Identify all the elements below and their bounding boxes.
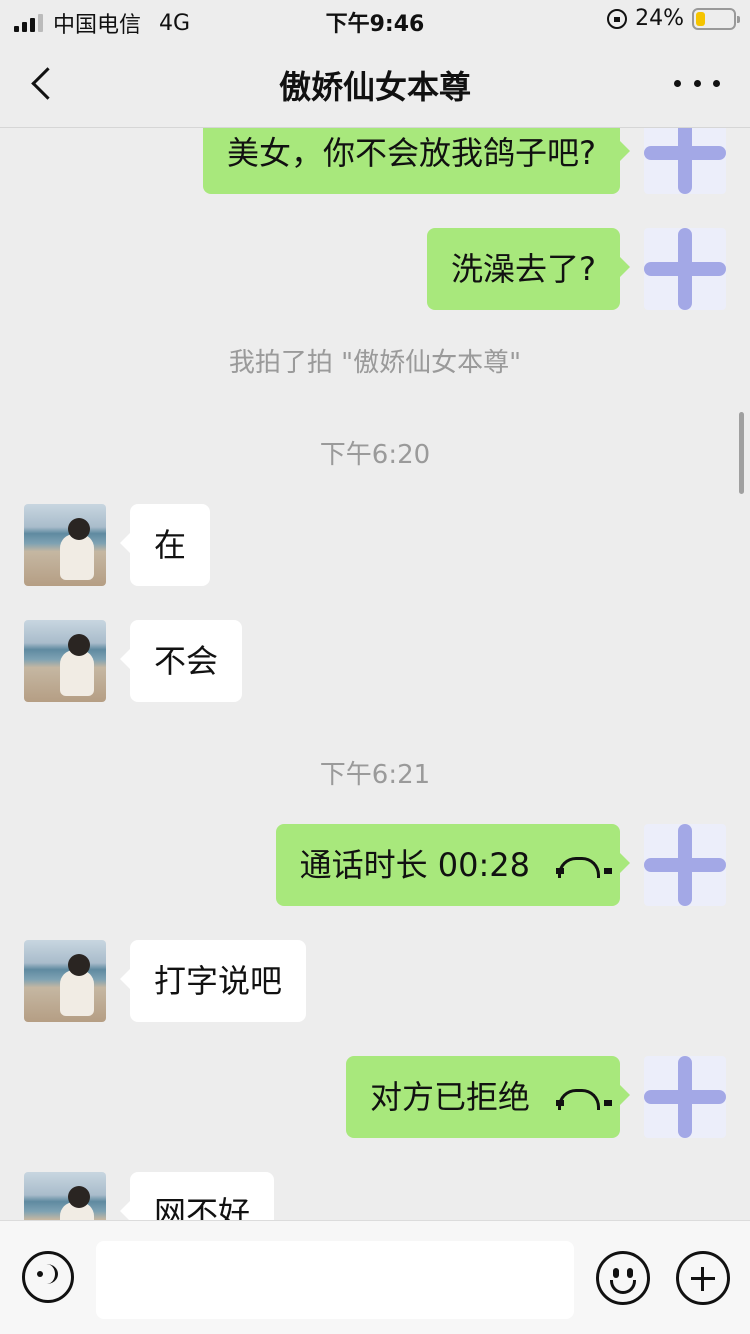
contact-avatar[interactable] xyxy=(24,504,106,586)
phone-hangup-icon xyxy=(556,855,612,878)
battery-percent: 24% xyxy=(635,6,684,31)
voice-button[interactable] xyxy=(22,1251,74,1303)
emoji-button[interactable] xyxy=(596,1251,650,1305)
call-record-bubble[interactable]: 对方已拒绝 xyxy=(345,1056,631,1138)
self-avatar[interactable] xyxy=(644,824,726,906)
chat-area[interactable]: 美女，你不会放我鸽子吧? 洗澡去了? 我拍了拍 "傲娇仙女本尊" 下午6:20 … xyxy=(0,128,750,1220)
message-bubble-self[interactable]: 洗澡去了? xyxy=(427,228,630,310)
call-record-text: 对方已拒绝 xyxy=(369,1078,530,1116)
chat-header: 傲娇仙女本尊 xyxy=(0,40,750,128)
more-button[interactable] xyxy=(674,70,720,96)
status-bar: 中国电信 4G 下午9:46 24% xyxy=(0,0,750,40)
contact-avatar[interactable] xyxy=(24,940,106,1022)
system-note: 我拍了拍 "傲娇仙女本尊" xyxy=(228,348,522,378)
battery-icon xyxy=(692,7,740,30)
message-input[interactable] xyxy=(96,1241,574,1319)
self-avatar[interactable] xyxy=(644,228,726,310)
battery-level xyxy=(696,11,705,26)
input-bar xyxy=(0,1220,750,1334)
message-bubble-other[interactable]: 打字说吧 xyxy=(119,940,307,1022)
call-record-bubble[interactable]: 通话时长 00:28 xyxy=(275,824,631,906)
plus-button[interactable] xyxy=(676,1251,730,1305)
self-avatar[interactable] xyxy=(644,1056,726,1138)
orientation-lock-icon xyxy=(607,8,628,29)
message-bubble-other[interactable]: 网不好 xyxy=(119,1172,275,1220)
message-bubble-self[interactable]: 美女，你不会放我鸽子吧? xyxy=(203,128,630,194)
scrollbar[interactable] xyxy=(739,412,744,494)
phone-hangup-icon xyxy=(556,1087,612,1110)
contact-avatar[interactable] xyxy=(24,1172,106,1220)
timestamp: 下午6:21 xyxy=(319,760,431,790)
self-avatar[interactable] xyxy=(644,128,726,194)
emoji-icon xyxy=(613,1268,619,1278)
contact-avatar[interactable] xyxy=(24,620,106,702)
message-bubble-other[interactable]: 在 xyxy=(119,504,211,586)
message-bubble-other[interactable]: 不会 xyxy=(119,620,243,702)
status-right: 24% xyxy=(607,6,740,31)
call-record-text: 通话时长 00:28 xyxy=(299,846,530,884)
chat-title: 傲娇仙女本尊 xyxy=(278,68,471,106)
more-dots-icon xyxy=(674,79,681,87)
timestamp: 下午6:20 xyxy=(319,440,431,470)
